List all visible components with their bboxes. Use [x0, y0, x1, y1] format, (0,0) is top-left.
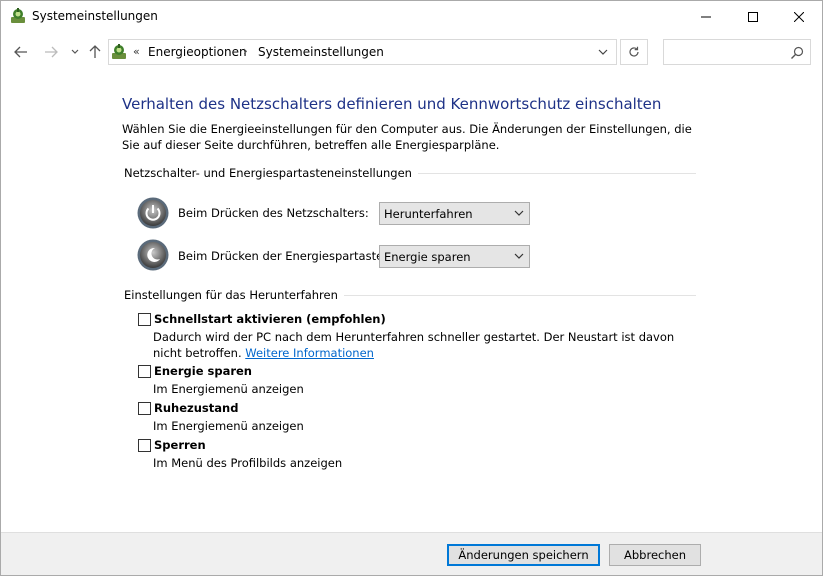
sleep-checkbox[interactable]	[138, 365, 151, 378]
fast-startup-description: Dadurch wird der PC nach dem Herunterfah…	[153, 329, 683, 361]
sleep-button-action-select[interactable]: Energie sparen	[379, 245, 530, 268]
divider	[389, 173, 696, 174]
arrow-up-icon	[89, 45, 101, 58]
lock-title[interactable]: Sperren	[154, 438, 206, 452]
hibernate-checkbox[interactable]	[138, 402, 151, 415]
up-button[interactable]	[85, 42, 105, 62]
lock-description: Im Menü des Profilbilds anzeigen	[153, 456, 343, 470]
intro-text: Wählen Sie die Energieeinstellungen für …	[122, 122, 692, 152]
close-button[interactable]	[776, 1, 822, 32]
control-panel-power-icon	[112, 44, 126, 59]
save-changes-button[interactable]: Änderungen speichern	[447, 544, 600, 566]
main-content: Verhalten des Netzschalters definieren u…	[1, 72, 822, 532]
navigation-bar: « Energieoptionen › Systemeinstellungen	[1, 32, 822, 72]
settings-window: Systemeinstellungen « Energieoptionen › …	[0, 0, 823, 576]
lock-checkbox[interactable]	[138, 439, 151, 452]
back-button[interactable]	[11, 42, 31, 62]
page-title: Verhalten des Netzschalters definieren u…	[122, 95, 662, 113]
chevron-down-icon	[598, 49, 608, 55]
breadcrumb-energieoptionen[interactable]: Energieoptionen	[148, 45, 247, 59]
maximize-icon	[748, 11, 758, 22]
minimize-icon	[701, 16, 711, 17]
fast-startup-title[interactable]: Schnellstart aktivieren (empfohlen)	[154, 312, 386, 326]
minimize-button[interactable]	[683, 1, 729, 32]
search-icon[interactable]	[790, 46, 804, 60]
chevron-down-icon	[514, 253, 524, 259]
fast-startup-checkbox[interactable]	[138, 313, 151, 326]
chevron-down-icon	[514, 210, 524, 216]
recent-locations-button[interactable]	[65, 42, 85, 62]
refresh-button[interactable]	[620, 39, 648, 65]
sleep-button-action-value: Energie sparen	[384, 250, 471, 264]
sleep-button-icon	[137, 239, 169, 271]
power-buttons-heading: Netzschalter- und Energiespartasteneinst…	[124, 166, 418, 180]
address-bar[interactable]: « Energieoptionen › Systemeinstellungen	[108, 39, 617, 65]
hibernate-description: Im Energiemenü anzeigen	[153, 419, 304, 433]
breadcrumb-systemeinstellungen[interactable]: Systemeinstellungen	[258, 45, 384, 59]
fast-startup-description-text: Dadurch wird der PC nach dem Herunterfah…	[153, 330, 675, 360]
cancel-button[interactable]: Abbrechen	[609, 544, 701, 566]
power-button-label: Beim Drücken des Netzschalters:	[178, 206, 369, 220]
divider	[323, 295, 696, 296]
power-button-action-value: Herunterfahren	[384, 207, 473, 221]
arrow-left-icon	[14, 46, 27, 58]
shutdown-settings-heading: Einstellungen für das Herunterfahren	[124, 288, 344, 302]
breadcrumb-separator[interactable]: ›	[243, 44, 248, 58]
sleep-button-label: Beim Drücken der Energiespartaste:	[178, 249, 388, 263]
chevron-down-icon	[71, 49, 79, 54]
hibernate-title[interactable]: Ruhezustand	[154, 401, 238, 415]
maximize-button[interactable]	[730, 1, 776, 32]
more-info-link[interactable]: Weitere Informationen	[245, 346, 374, 360]
address-dropdown-button[interactable]	[593, 44, 613, 60]
refresh-icon	[629, 46, 639, 57]
search-input[interactable]	[663, 39, 811, 65]
power-button-action-select[interactable]: Herunterfahren	[379, 202, 530, 225]
control-panel-power-icon	[11, 8, 25, 23]
arrow-right-icon	[45, 46, 58, 58]
power-button-icon	[137, 197, 169, 229]
sleep-title[interactable]: Energie sparen	[154, 364, 252, 378]
title-bar: Systemeinstellungen	[1, 1, 822, 32]
footer-bar: Änderungen speichern Abbrechen	[1, 532, 822, 575]
breadcrumb-overflow[interactable]: «	[133, 45, 140, 58]
forward-button[interactable]	[41, 42, 61, 62]
sleep-description: Im Energiemenü anzeigen	[153, 382, 304, 396]
close-icon	[794, 11, 804, 22]
window-title: Systemeinstellungen	[32, 9, 158, 23]
